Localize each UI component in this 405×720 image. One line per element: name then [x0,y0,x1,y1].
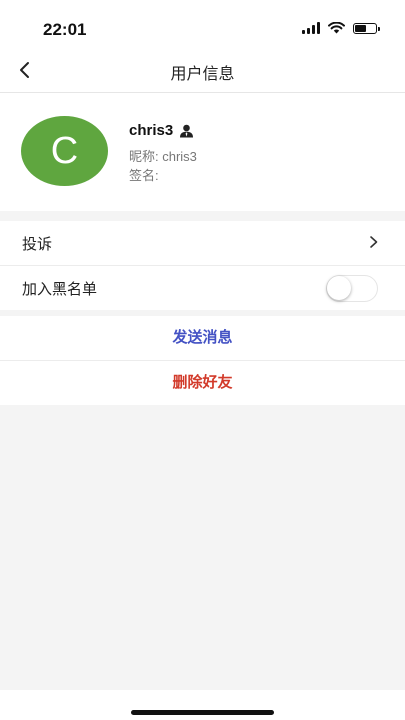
toggle-knob [327,276,351,300]
wifi-icon [328,22,345,34]
delete-friend-button[interactable]: 删除好友 [0,360,405,405]
blacklist-row: 加入黑名单 [0,265,405,310]
status-time: 22:01 [43,20,87,39]
navigation-bar: 用户信息 [0,48,405,93]
blacklist-toggle[interactable] [326,275,378,302]
complaint-label: 投诉 [22,235,53,253]
chevron-right-icon [370,236,378,248]
user-icon [180,124,194,137]
cellular-signal-icon [302,22,320,34]
home-indicator[interactable] [131,710,274,715]
action-list: 发送消息 删除好友 [0,316,405,405]
blacklist-label: 加入黑名单 [22,280,98,298]
nickname: 昵称: chris3 [129,149,197,164]
signature: 签名: [129,168,159,183]
battery-icon [353,22,380,34]
status-icons [302,22,380,34]
bottom-area [0,690,405,720]
send-message-button[interactable]: 发送消息 [0,316,405,360]
page-title: 用户信息 [170,66,235,83]
avatar[interactable]: C [21,116,108,186]
settings-menu: 投诉 加入黑名单 [0,221,405,310]
status-bar: 22:01 [0,0,405,48]
username: chris3 [129,122,174,139]
complaint-row[interactable]: 投诉 [0,221,405,265]
profile-card: C chris3 昵称: chris3 签名: [0,93,405,211]
username-row: chris3 [129,122,194,139]
